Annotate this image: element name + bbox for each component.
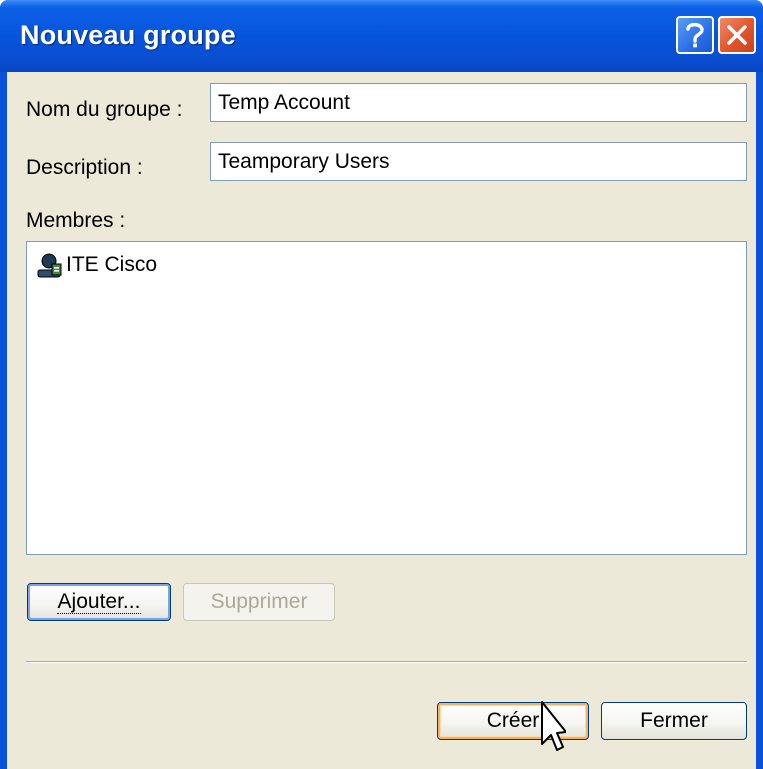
remove-member-button[interactable]: Supprimer [183, 583, 335, 621]
mouse-cursor-icon [541, 701, 566, 751]
help-question-icon [686, 22, 704, 48]
remove-member-label: Supprimer [210, 590, 308, 613]
create-button[interactable]: Créer [437, 702, 589, 740]
add-member-label: Ajouter... [56, 589, 142, 614]
member-name: ITE Cisco [66, 253, 158, 276]
close-window-button[interactable] [718, 16, 756, 54]
user-icon [37, 253, 62, 278]
new-group-dialog: Nouveau groupe Nom du groupe : Temp Acco… [0, 0, 763, 769]
members-label: Membres : [26, 209, 126, 232]
group-name-input[interactable]: Temp Account [210, 83, 747, 122]
list-item[interactable]: ITE Cisco [35, 250, 157, 280]
title-bar[interactable]: Nouveau groupe [0, 0, 763, 72]
close-x-icon [727, 25, 747, 45]
description-input[interactable]: Teamporary Users [210, 142, 747, 181]
group-name-value: Temp Account [218, 90, 350, 114]
group-name-label: Nom du groupe : [26, 98, 183, 121]
description-label: Description : [26, 156, 143, 179]
separator [26, 661, 747, 663]
close-button[interactable]: Fermer [601, 702, 747, 740]
help-button[interactable] [676, 16, 714, 54]
add-member-button[interactable]: Ajouter... [27, 583, 171, 621]
window-title: Nouveau groupe [20, 20, 236, 50]
create-label: Créer [486, 709, 540, 732]
members-list[interactable]: ITE Cisco [26, 241, 747, 555]
description-value: Teamporary Users [218, 149, 390, 173]
dialog-body: Nom du groupe : Temp Account Description… [7, 72, 756, 769]
close-label: Fermer [640, 709, 708, 732]
